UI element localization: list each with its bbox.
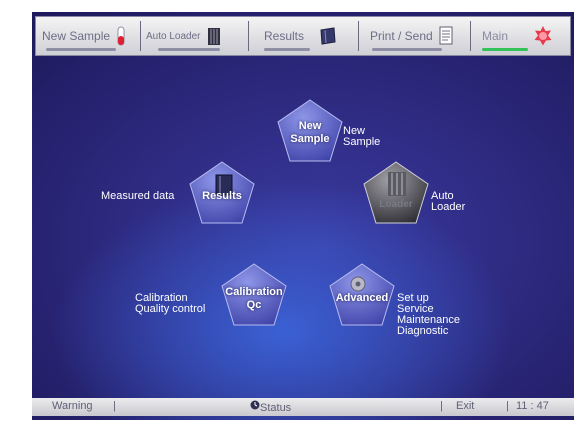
calibration-qc-button-label: Calibration Qc <box>220 286 288 312</box>
calibration-caption: Calibration Quality control <box>135 293 205 315</box>
results-button[interactable]: Results <box>188 160 256 226</box>
status-divider: | <box>506 400 509 412</box>
tab-new-sample-label: New Sample <box>42 29 111 43</box>
label-line: Sample <box>290 133 330 145</box>
tab-auto-loader-label: Auto Loader <box>146 30 201 42</box>
auto-loader-caption: Auto Loader <box>431 191 465 213</box>
test-tube-icon <box>117 26 125 46</box>
status-divider: | <box>113 400 116 412</box>
tab-underline <box>264 48 310 51</box>
advanced-button[interactable]: Advanced <box>328 262 396 328</box>
toolbar-divider <box>358 21 359 51</box>
tab-auto-loader[interactable]: Auto Loader <box>146 17 244 55</box>
caption-line: Sample <box>343 136 381 148</box>
caption-line: Measured data <box>101 190 175 202</box>
label-line: Qc <box>246 299 262 311</box>
warning-button[interactable]: Warning <box>52 400 93 412</box>
main-flower-icon <box>534 26 552 46</box>
tab-results[interactable]: Results <box>264 17 354 55</box>
clock-time: 11 : 47 <box>516 400 549 412</box>
label-line: Calibration <box>225 286 283 298</box>
top-toolbar: New Sample Auto Loader Results Print / S… <box>35 16 571 56</box>
analyzer-screen: New Sample Auto Loader Results Print / S… <box>32 12 574 420</box>
toolbar-divider <box>248 21 249 51</box>
tab-underline <box>46 48 116 51</box>
document-icon <box>439 26 453 45</box>
caption-line: Quality control <box>135 303 206 315</box>
tab-underline <box>158 48 220 51</box>
caption-line: Loader <box>431 201 466 213</box>
advanced-button-label: Advanced <box>335 292 389 304</box>
status-divider: | <box>440 400 443 412</box>
auto-loader-button-label: Loader <box>379 199 413 210</box>
status-indicator[interactable]: Status <box>250 400 291 414</box>
tab-underline <box>372 48 442 51</box>
toolbar-divider <box>140 21 141 51</box>
advanced-caption: Set up Service Maintenance Diagnostic <box>397 293 460 337</box>
status-bar: Warning | Status | Exit | 11 : 47 <box>32 398 574 416</box>
tab-active-underline <box>482 48 528 51</box>
toolbar-divider <box>470 21 471 51</box>
caption-line: Diagnostic <box>397 325 449 337</box>
tab-main[interactable]: Main <box>482 17 570 55</box>
status-label: Status <box>260 402 292 414</box>
tab-results-label: Results <box>264 29 305 43</box>
new-sample-caption: New Sample <box>343 126 380 148</box>
pentagon-shape <box>363 161 429 224</box>
tab-print-send-label: Print / Send <box>370 29 433 43</box>
label-line: New <box>298 120 322 132</box>
new-sample-button-label: New Sample <box>276 120 344 146</box>
calibration-qc-button[interactable]: Calibration Qc <box>220 262 288 328</box>
tab-print-send[interactable]: Print / Send <box>370 17 464 55</box>
clock-icon <box>250 400 260 410</box>
results-button-label: Results <box>202 190 242 202</box>
results-caption: Measured data <box>101 191 174 202</box>
tab-main-label: Main <box>482 29 509 43</box>
new-sample-button[interactable]: New Sample <box>276 98 344 164</box>
tab-new-sample[interactable]: New Sample <box>42 17 138 55</box>
binder-icon <box>320 27 336 45</box>
exit-button[interactable]: Exit <box>456 400 474 412</box>
auto-loader-button[interactable]: Loader <box>362 160 430 226</box>
rack-icon <box>207 28 220 45</box>
